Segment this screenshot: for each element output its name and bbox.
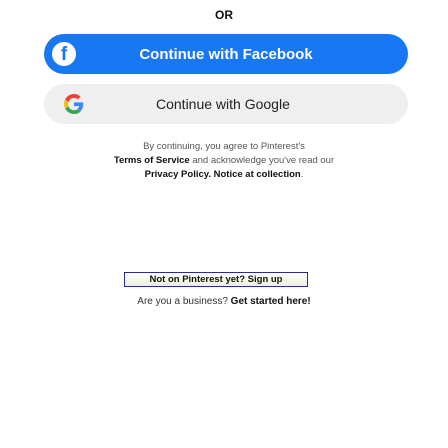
legal-end: . — [300, 169, 304, 180]
legal-line-1: By continuing, you agree to Pinterest's — [143, 141, 305, 152]
or-divider: OR — [215, 8, 233, 22]
legal-line-2: Terms of Service and acknowledge you've … — [0, 154, 448, 168]
continue-with-google-button[interactable]: Continue with Google — [44, 84, 408, 124]
notice-at-collection-link[interactable]: Notice at collection — [214, 169, 301, 180]
sign-up-link[interactable]: Not on Pinterest yet? Sign up — [124, 272, 308, 287]
privacy-policy-link[interactable]: Privacy Policy — [145, 169, 209, 180]
business-prompt-text: Are you a business? — [137, 296, 231, 307]
business-prompt: Are you a business? Get started here! — [0, 296, 448, 307]
continue-with-facebook-button[interactable]: f Continue with Facebook — [44, 34, 408, 74]
google-button-label: Continue with Google — [156, 96, 290, 112]
legal-line-3: Privacy Policy. Notice at collection. — [0, 168, 448, 182]
google-icon — [64, 94, 84, 114]
facebook-icon: f — [52, 42, 76, 66]
get-started-link[interactable]: Get started here! — [231, 296, 311, 307]
legal-line-2-text: and acknowledge you've read our — [189, 155, 335, 166]
legal-notice: By continuing, you agree to Pinterest's … — [0, 140, 448, 182]
terms-of-service-link[interactable]: Terms of Service — [114, 155, 190, 166]
facebook-button-label: Continue with Facebook — [139, 45, 313, 63]
